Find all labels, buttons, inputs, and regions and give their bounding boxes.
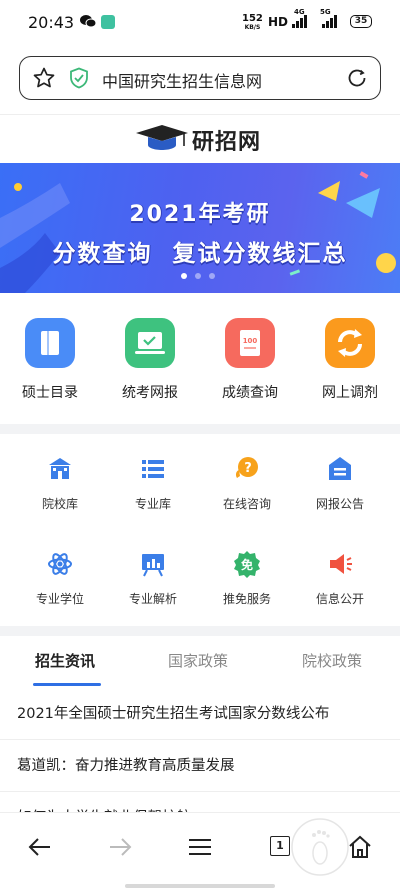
service-label: 专业库 [134,497,171,511]
notice-icon [329,457,351,480]
section-gap [0,424,400,434]
news-title: 2021年全国硕士研究生招生考试国家分数线公布 [17,706,330,722]
service-label: 信息公开 [315,592,364,606]
quick-entry-label: 成绩查询 [222,385,278,401]
header-divider [0,114,400,115]
service-exemption[interactable]: 免 推免服务 [197,550,297,620]
signal-icon-2 [322,14,340,28]
reload-icon[interactable] [345,66,369,90]
quick-entry-score-query[interactable]: 100 成绩查询 [200,318,300,408]
footprint-watermark-icon [291,818,349,876]
school-icon [49,458,71,479]
quick-entry-exam-registration[interactable]: 统考网报 [100,318,200,408]
menu-icon[interactable] [186,833,214,861]
service-label: 推免服务 [222,592,271,606]
secure-shield-icon [70,67,88,89]
battery-icon: 35 [350,15,372,28]
laptop-check-icon [125,318,175,368]
gesture-home-indicator[interactable] [125,884,275,888]
carousel-dots [180,273,220,281]
net-speed: 152 KB/S [242,13,263,32]
exempt-badge-char: 免 [241,557,253,572]
exempt-badge-icon: 免 [234,551,260,578]
service-school-library[interactable]: 院校库 [10,455,110,525]
service-label: 院校库 [41,497,78,511]
service-professional-degree[interactable]: 专业学位 [10,550,110,620]
service-label: 在线咨询 [222,497,271,511]
quick-entry-label: 统考网报 [122,385,178,401]
service-label: 专业解析 [128,592,177,606]
quick-entry-label: 硕士目录 [22,385,78,401]
service-online-consult[interactable]: ? 在线咨询 [197,455,297,525]
swap-cycle-icon [325,318,375,368]
quick-entry-online-adjustment[interactable]: 网上调剂 [300,318,400,408]
signal-icon-1 [292,14,310,28]
megaphone-icon [330,554,352,574]
quick-entry-master-catalog[interactable]: 硕士目录 [0,318,100,408]
book-icon [25,318,75,368]
banner-line2: 分数查询 复试分数线汇总 [52,241,348,267]
url-text[interactable]: 中国研究生招生信息网 [102,68,262,92]
service-information-disclosure[interactable]: 信息公开 [290,550,390,620]
net-speed-unit: KB/S [244,24,261,31]
svg-text:100: 100 [243,337,258,345]
board-chart-icon [142,554,164,577]
star-icon[interactable] [32,66,56,90]
tab-national-policy[interactable]: 国家政策 [168,650,228,671]
hd-label: HD [268,15,289,29]
back-arrow-icon[interactable] [26,833,54,861]
tab-school-policy[interactable]: 院校政策 [302,650,362,671]
section-gap [0,626,400,636]
status-bar: 20:43 152 KB/S HD 4G 5G 35 [0,0,400,46]
svg-text:?: ? [244,461,252,476]
banner-line1: 2021年考研 [129,202,271,227]
score-sheet-icon: 100 [225,318,275,368]
tab-admission-news[interactable]: 招生资讯 [35,650,95,671]
news-title: 葛道凯：奋力推进教育高质量发展 [17,758,235,774]
service-major-analysis[interactable]: 专业解析 [103,550,203,620]
question-chat-icon: ? [235,457,258,478]
home-icon[interactable] [346,833,374,861]
tab-count: 1 [270,836,290,856]
signal-tag-2: 5G [320,8,331,16]
list-icon [142,460,164,478]
news-item[interactable]: 2021年全国硕士研究生招生考试国家分数线公布 [0,688,400,740]
banner-carousel[interactable]: 2021年考研 分数查询 复试分数线汇总 [0,163,400,293]
site-logo[interactable]: 研招网 [134,122,284,156]
net-speed-value: 152 [242,13,263,24]
carousel-dot[interactable] [209,273,215,279]
service-major-library[interactable]: 专业库 [103,455,203,525]
address-bar[interactable]: 中国研究生招生信息网 [19,56,381,100]
signal-tag-1: 4G [294,8,305,16]
service-label: 网报公告 [315,497,364,511]
bottom-nav: 1 [0,812,400,888]
atom-icon [48,553,72,575]
service-registration-notice[interactable]: 网报公告 [290,455,390,525]
carousel-dot-active[interactable] [181,273,187,279]
service-label: 专业学位 [35,592,84,606]
news-item[interactable]: 葛道凯：奋力推进教育高质量发展 [0,740,400,792]
forward-arrow-icon[interactable] [106,833,134,861]
quick-entry-label: 网上调剂 [322,385,378,401]
status-time: 20:43 [28,13,75,32]
wechat-icon [80,15,96,28]
carousel-dot[interactable] [195,273,201,279]
app-notification-icon [101,15,115,29]
logo-text: 研招网 [192,129,262,155]
tab-active-indicator [33,683,101,686]
graduation-cap-icon [136,125,188,150]
